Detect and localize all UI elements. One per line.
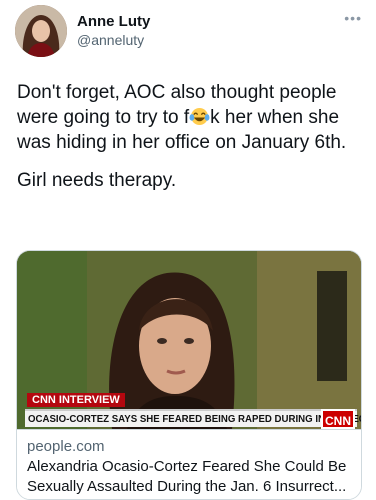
author-name[interactable]: Anne Luty <box>77 13 150 30</box>
avatar-image <box>15 5 67 57</box>
card-title-line-1: Alexandria Ocasio-Cortez Feared She Coul… <box>27 458 347 475</box>
author-handle[interactable]: @anneluty <box>77 32 144 48</box>
chyron-bar: OCASIO-CORTEZ SAYS SHE FEARED BEING RAPE… <box>25 409 361 429</box>
tweet-paragraph-2: Girl needs therapy. <box>17 170 177 191</box>
more-options-icon[interactable]: ••• <box>344 11 362 25</box>
tweet-text: Don't forget, AOC also thought people we… <box>17 80 367 193</box>
author-avatar[interactable] <box>15 5 67 57</box>
cnn-logo: CNN <box>321 409 355 429</box>
card-title-line-2: Sexually Assaulted During the Jan. 6 Ins… <box>27 478 347 495</box>
face-with-tears-of-joy-icon <box>189 107 210 126</box>
card-domain: people.com <box>27 438 105 455</box>
chyron-text: OCASIO-CORTEZ SAYS SHE FEARED BEING RAPE… <box>28 413 362 425</box>
card-meta: people.com Alexandria Ocasio-Cortez Fear… <box>17 429 361 499</box>
chyron-tag: CNN INTERVIEW <box>27 393 125 407</box>
tweet-paragraph-1: Don't forget, AOC also thought people we… <box>17 80 367 155</box>
link-preview-card[interactable]: CNN INTERVIEW OCASIO-CORTEZ SAYS SHE FEA… <box>16 250 362 500</box>
news-thumbnail: CNN INTERVIEW OCASIO-CORTEZ SAYS SHE FEA… <box>17 251 361 429</box>
